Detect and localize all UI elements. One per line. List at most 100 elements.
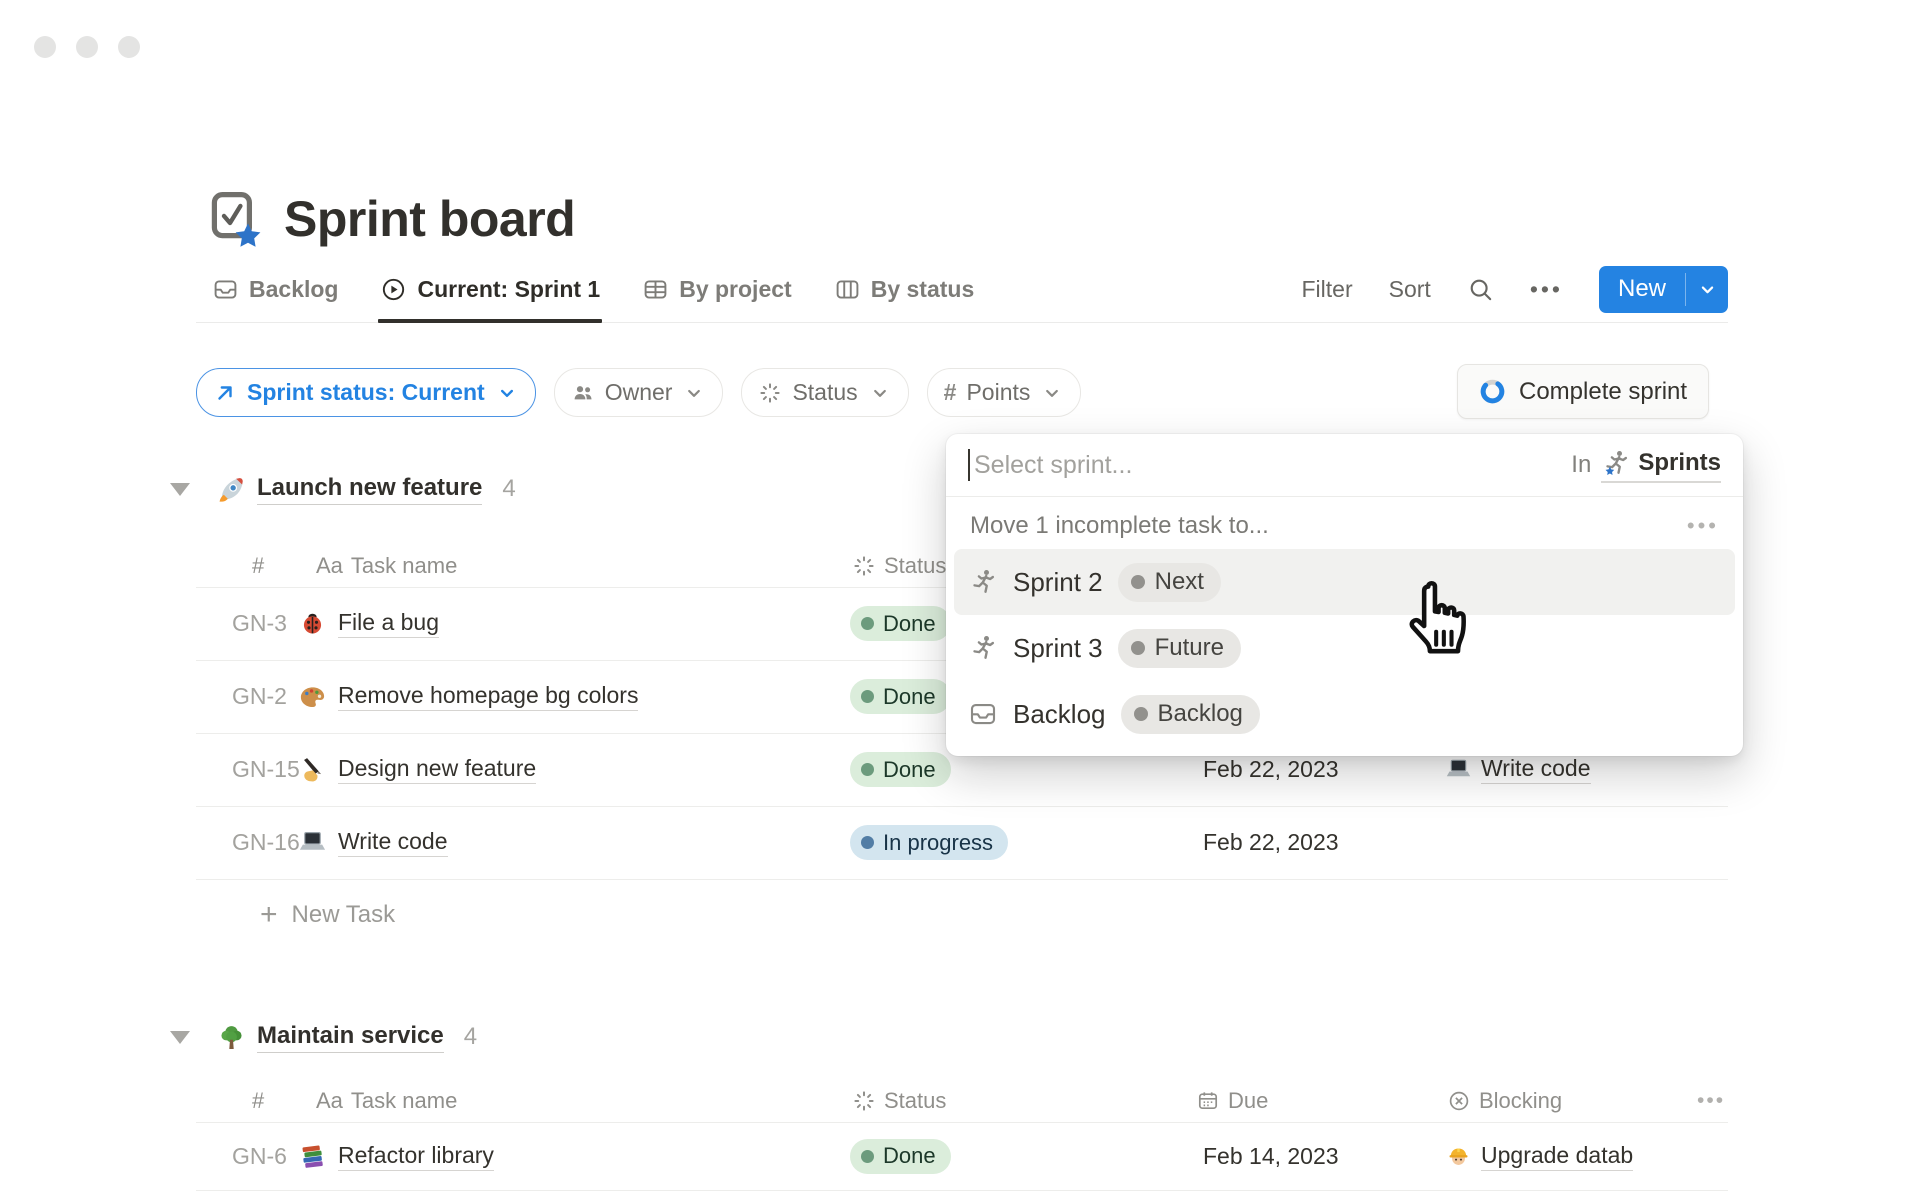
page-title: Sprint board xyxy=(284,190,575,248)
tag-dot-icon xyxy=(1131,575,1145,589)
column-header-due[interactable]: Due xyxy=(1196,1080,1268,1122)
progress-burst-icon xyxy=(852,554,876,578)
search-icon[interactable] xyxy=(1467,276,1494,303)
table-row[interactable]: GN-6 Refactor library Done Feb 14, 2023 … xyxy=(196,1122,1728,1191)
runner-icon xyxy=(968,633,998,663)
task-name-cell[interactable]: Remove homepage bg colors xyxy=(298,660,638,733)
status-cell[interactable]: Done xyxy=(850,733,951,806)
tag-dot-icon xyxy=(1134,707,1148,721)
board-columns-icon xyxy=(834,276,861,303)
calendar-icon xyxy=(1196,1089,1220,1113)
blocking-task[interactable]: Upgrade datab xyxy=(1481,1142,1633,1171)
checkbox-star-icon[interactable] xyxy=(210,191,264,247)
task-id: GN-15 xyxy=(232,733,300,806)
progress-burst-icon xyxy=(758,381,782,405)
status-cell[interactable]: Done xyxy=(850,1122,951,1190)
column-header-blocking[interactable]: Blocking xyxy=(1447,1080,1562,1122)
filter-button[interactable]: Filter xyxy=(1302,276,1353,303)
tag-dot-icon xyxy=(1131,641,1145,655)
laptop-icon xyxy=(1445,756,1472,783)
status-cell[interactable]: In progress xyxy=(850,806,1008,879)
sprint-option-sprint-3[interactable]: Sprint 3 Future xyxy=(954,615,1735,681)
worker-icon xyxy=(1445,1143,1472,1170)
status-dot-icon xyxy=(861,690,874,703)
arrow-up-right-icon xyxy=(213,381,237,405)
due-date[interactable]: Feb 14, 2023 xyxy=(1203,1122,1339,1190)
group-title[interactable]: Maintain service xyxy=(257,1022,444,1053)
blocking-task[interactable]: Write code xyxy=(1481,755,1591,784)
popup-more-button[interactable]: ••• xyxy=(1687,513,1719,539)
task-id: GN-6 xyxy=(232,1122,287,1190)
tab-label: By status xyxy=(871,276,975,303)
column-header-status[interactable]: Status xyxy=(852,1080,946,1122)
sprint-search-row: Select sprint... In Sprints xyxy=(946,434,1743,497)
new-button-group: New xyxy=(1599,266,1728,313)
in-label: In xyxy=(1571,451,1591,479)
status-badge: Done xyxy=(850,606,951,641)
new-task-button[interactable]: + New Task xyxy=(196,879,1728,951)
tab-label: Current: Sprint 1 xyxy=(417,276,600,303)
window-close-button[interactable] xyxy=(34,36,56,58)
group-count: 4 xyxy=(502,475,515,503)
view-tabs: Backlog Current: Sprint 1 By project By … xyxy=(212,262,974,322)
sprint-search-input[interactable]: Select sprint... xyxy=(974,451,1571,480)
tab-current-sprint[interactable]: Current: Sprint 1 xyxy=(380,262,600,322)
window-minimize-button[interactable] xyxy=(76,36,98,58)
column-header-more[interactable]: ••• xyxy=(1697,1080,1725,1122)
points-filter-chip[interactable]: # Points xyxy=(927,368,1082,417)
task-name-cell[interactable]: Refactor library xyxy=(298,1122,494,1190)
sprint-option-sprint-2[interactable]: Sprint 2 Next xyxy=(954,549,1735,615)
owner-filter-chip[interactable]: Owner xyxy=(554,368,724,417)
chip-label: Owner xyxy=(605,379,673,406)
chip-label: Sprint status: Current xyxy=(247,379,485,406)
task-name[interactable]: File a bug xyxy=(338,609,439,638)
status-badge: In progress xyxy=(850,825,1008,860)
new-dropdown-button[interactable] xyxy=(1686,266,1728,313)
task-name[interactable]: Write code xyxy=(338,828,448,857)
popup-heading: Move 1 incomplete task to... xyxy=(970,512,1269,540)
collapse-toggle-icon[interactable] xyxy=(170,483,190,496)
task-name[interactable]: Remove homepage bg colors xyxy=(338,682,638,711)
new-task-label: New Task xyxy=(292,901,396,929)
task-id: GN-3 xyxy=(232,587,287,660)
tab-by-status[interactable]: By status xyxy=(834,262,975,322)
task-name-cell[interactable]: File a bug xyxy=(298,587,439,660)
window-controls[interactable] xyxy=(34,36,140,58)
sprint-status-tag: Next xyxy=(1118,563,1221,602)
column-header-name[interactable]: Aa Task name xyxy=(316,545,457,587)
new-button[interactable]: New xyxy=(1599,266,1685,313)
sprint-option-backlog[interactable]: Backlog Backlog xyxy=(954,681,1735,747)
runner-icon xyxy=(968,567,998,597)
task-name[interactable]: Refactor library xyxy=(338,1142,494,1171)
status-cell[interactable]: Done xyxy=(850,587,951,660)
view-toolbar: Filter Sort ••• New xyxy=(1302,262,1729,322)
due-date[interactable]: Feb 22, 2023 xyxy=(1203,806,1339,879)
sort-button[interactable]: Sort xyxy=(1389,276,1431,303)
complete-sprint-button[interactable]: Complete sprint xyxy=(1457,364,1709,419)
status-filter-chip[interactable]: Status xyxy=(741,368,908,417)
sprints-location-link[interactable]: Sprints xyxy=(1601,448,1721,483)
column-header-status[interactable]: Status xyxy=(852,545,946,587)
group-title[interactable]: Launch new feature xyxy=(257,474,482,505)
rocket-icon xyxy=(215,473,248,506)
task-name-cell[interactable]: Write code xyxy=(298,806,448,879)
column-header-id[interactable]: # xyxy=(252,545,264,587)
window-zoom-button[interactable] xyxy=(118,36,140,58)
task-name[interactable]: Design new feature xyxy=(338,755,536,784)
tab-backlog[interactable]: Backlog xyxy=(212,262,338,322)
task-name-cell[interactable]: Design new feature xyxy=(298,733,536,806)
tree-icon xyxy=(215,1021,248,1054)
collapse-toggle-icon[interactable] xyxy=(170,1031,190,1044)
column-header-id[interactable]: # xyxy=(252,1080,264,1122)
blocking-cell[interactable]: Upgrade datab xyxy=(1445,1122,1633,1190)
table-row[interactable]: GN-16 Write code In progress Feb 22, 202… xyxy=(196,806,1728,880)
status-cell[interactable]: Done xyxy=(850,660,951,733)
tab-by-project[interactable]: By project xyxy=(642,262,791,322)
sprint-status-filter-chip[interactable]: Sprint status: Current xyxy=(196,368,536,417)
sprints-label[interactable]: Sprints xyxy=(1638,449,1721,477)
table-grid-icon xyxy=(642,276,669,303)
column-header-name[interactable]: Aa Task name xyxy=(316,1080,457,1122)
option-label: Sprint 3 xyxy=(1013,633,1103,664)
more-options-button[interactable]: ••• xyxy=(1530,276,1563,303)
table-header-row: # Aa Task name Status Due Blocking ••• xyxy=(196,1080,1728,1123)
